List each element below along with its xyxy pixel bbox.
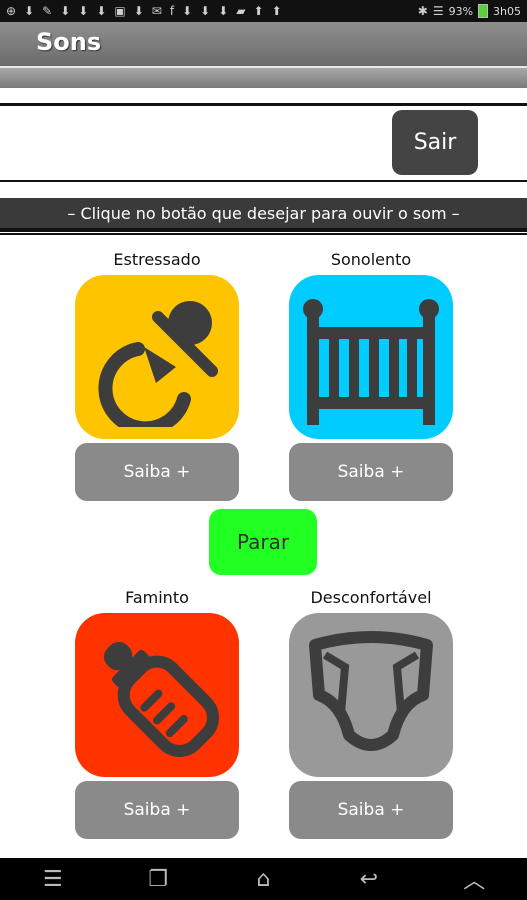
- crib-icon: [303, 299, 439, 425]
- header-subbar: [0, 68, 527, 88]
- exit-button[interactable]: Sair: [392, 110, 478, 175]
- download-icon: ⬇: [133, 4, 144, 18]
- baby-bottle-icon: [103, 641, 219, 757]
- diaper-icon: [309, 631, 433, 751]
- sound-button-desconfortavel[interactable]: [289, 613, 453, 777]
- add-icon: ⊕: [6, 4, 17, 18]
- recent-apps-icon[interactable]: ❐: [128, 867, 188, 892]
- upload-icon: ⬆: [271, 4, 282, 18]
- status-right: ✱ ☰ 93% 3h05: [418, 4, 521, 18]
- more-info-button-faminto[interactable]: Saiba +: [75, 781, 239, 839]
- download-icon: ⬇: [78, 4, 89, 18]
- action-bar: Sons: [0, 22, 527, 68]
- more-info-button-desconfortavel[interactable]: Saiba +: [289, 781, 453, 839]
- download-icon: ⬇: [218, 4, 229, 18]
- edit-icon: ✎: [42, 4, 53, 18]
- download-icon: ⬇: [182, 4, 193, 18]
- page-title: Sons: [36, 28, 102, 56]
- chat-icon: ▰: [236, 4, 246, 18]
- notification-icons: ⊕ ⬇ ✎ ⬇ ⬇ ⬇ ▣ ⬇ ✉ f ⬇ ⬇ ⬇ ▰ ⬆ ⬆: [6, 4, 282, 18]
- more-info-button-sonolento[interactable]: Saiba +: [289, 443, 453, 501]
- divider: [0, 233, 527, 235]
- pacifier-icon: [98, 301, 218, 427]
- download-icon: ⬇: [96, 4, 107, 18]
- wifi-icon: ☰: [432, 4, 444, 18]
- sound-button-sonolento[interactable]: [289, 275, 453, 439]
- clock: 3h05: [493, 4, 521, 18]
- sound-button-faminto[interactable]: [75, 613, 239, 777]
- sound-label-estressado: Estressado: [113, 250, 201, 269]
- sound-button-estressado[interactable]: [75, 275, 239, 439]
- home-icon[interactable]: ⌂: [233, 867, 293, 892]
- mail-icon: ✉: [151, 4, 162, 18]
- menu-icon[interactable]: ☰: [23, 867, 83, 892]
- download-icon: ⬇: [60, 4, 71, 18]
- divider: [0, 103, 527, 106]
- navigation-bar: ☰ ❐ ⌂ ↩ ︿: [0, 858, 527, 900]
- bluetooth-icon: ✱: [417, 4, 428, 18]
- sound-label-faminto: Faminto: [125, 588, 189, 607]
- more-info-button-estressado[interactable]: Saiba +: [75, 443, 239, 501]
- stop-button[interactable]: Parar: [209, 509, 317, 575]
- status-bar: ⊕ ⬇ ✎ ⬇ ⬇ ⬇ ▣ ⬇ ✉ f ⬇ ⬇ ⬇ ▰ ⬆ ⬆ ✱ ☰ 93% …: [0, 0, 527, 22]
- download-icon: ⬇: [24, 4, 35, 18]
- upload-icon: ⬆: [253, 4, 264, 18]
- sound-label-sonolento: Sonolento: [330, 250, 412, 269]
- back-icon[interactable]: ↩: [339, 867, 399, 892]
- facebook-icon: f: [169, 4, 175, 18]
- download-icon: ⬇: [200, 4, 211, 18]
- divider: [0, 180, 527, 182]
- battery-icon: [478, 4, 489, 18]
- instruction-banner: – Clique no botão que desejar para ouvir…: [0, 198, 527, 232]
- sound-label-desconfortavel: Desconfortável: [310, 588, 432, 607]
- chevron-up-icon[interactable]: ︿: [444, 863, 504, 895]
- battery-percent: 93%: [448, 4, 474, 18]
- image-icon: ▣: [114, 4, 126, 18]
